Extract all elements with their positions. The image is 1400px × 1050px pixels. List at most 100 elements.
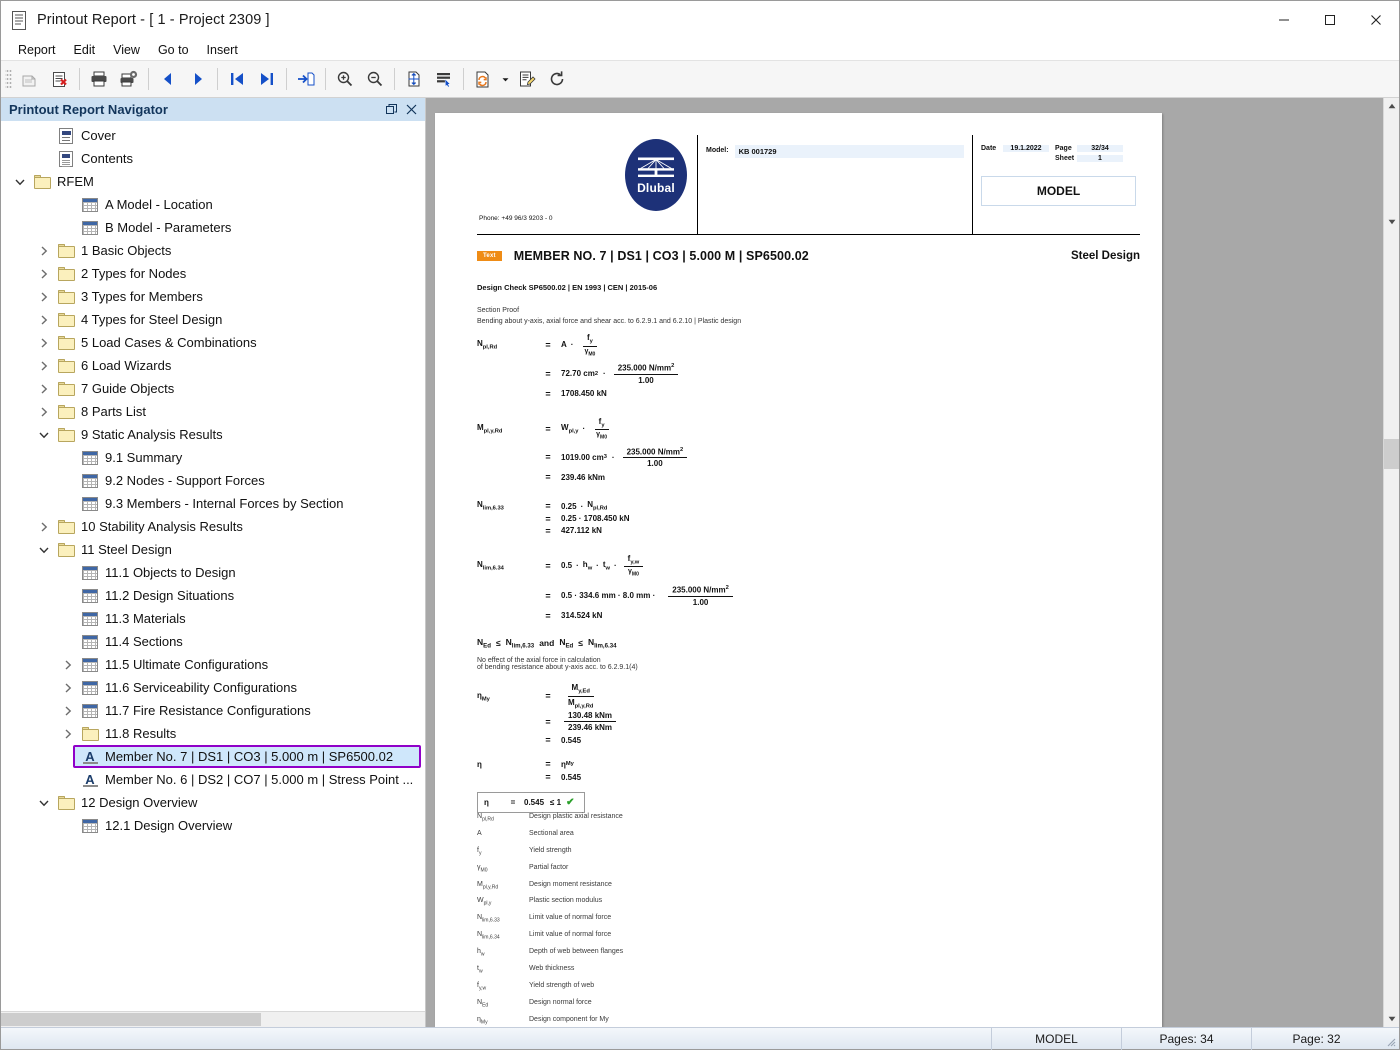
close-panel-icon[interactable] xyxy=(401,100,421,120)
tree-expander-icon[interactable] xyxy=(57,814,79,837)
page-orientation-icon[interactable] xyxy=(468,64,498,94)
tree-expander-icon[interactable] xyxy=(33,515,55,538)
tree-item[interactable]: RFEM xyxy=(1,170,425,193)
scrollbar-track[interactable] xyxy=(1384,114,1399,1011)
scroll-up-small-icon[interactable] xyxy=(1384,214,1399,230)
menu-item-view[interactable]: View xyxy=(104,41,149,59)
menu-item-edit[interactable]: Edit xyxy=(65,41,105,59)
tree-item[interactable]: 11.1 Objects to Design xyxy=(1,561,425,584)
report-tree[interactable]: Cover Contents RFEM A Model - Location B Mod… xyxy=(1,121,425,1011)
tree-expander-icon[interactable] xyxy=(57,446,79,469)
float-panel-icon[interactable] xyxy=(381,100,401,120)
tree-item[interactable]: 11.8 Results xyxy=(1,722,425,745)
next-page-icon[interactable] xyxy=(183,64,213,94)
scrollbar-thumb[interactable] xyxy=(1384,439,1399,469)
previous-page-icon[interactable] xyxy=(153,64,183,94)
tree-expander-icon[interactable] xyxy=(57,607,79,630)
open-report-icon[interactable] xyxy=(15,64,45,94)
menu-item-goto[interactable]: Go to xyxy=(149,41,198,59)
selection-icon[interactable] xyxy=(429,64,459,94)
tree-expander-icon[interactable] xyxy=(57,584,79,607)
tree-item[interactable]: 11.5 Ultimate Configurations xyxy=(1,653,425,676)
tree-expander-icon[interactable] xyxy=(33,423,55,446)
fit-page-icon[interactable] xyxy=(399,64,429,94)
tree-expander-icon[interactable] xyxy=(33,308,55,331)
scroll-down-icon[interactable] xyxy=(1384,1011,1399,1027)
zoom-in-icon[interactable] xyxy=(330,64,360,94)
tree-expander-icon[interactable] xyxy=(33,354,55,377)
minimize-button[interactable] xyxy=(1261,1,1307,39)
tree-item[interactable]: 5 Load Cases & Combinations xyxy=(1,331,425,354)
tree-expander-icon[interactable] xyxy=(33,285,55,308)
document-scroll-area[interactable]: Phone: +49 96/3 9203 - 0 Dlubal Model: K… xyxy=(426,98,1383,1027)
edit-report-icon[interactable] xyxy=(512,64,542,94)
menu-item-insert[interactable]: Insert xyxy=(198,41,247,59)
tree-item[interactable]: 11.7 Fire Resistance Configurations xyxy=(1,699,425,722)
refresh-icon[interactable] xyxy=(542,64,572,94)
tree-item[interactable]: 11.3 Materials xyxy=(1,607,425,630)
tree-item[interactable]: 1 Basic Objects xyxy=(1,239,425,262)
tree-item[interactable]: 7 Guide Objects xyxy=(1,377,425,400)
navigator-horizontal-scrollbar[interactable] xyxy=(1,1011,425,1027)
tree-item[interactable]: 6 Load Wizards xyxy=(1,354,425,377)
first-page-icon[interactable] xyxy=(222,64,252,94)
tree-item[interactable]: 11 Steel Design xyxy=(1,538,425,561)
print-settings-icon[interactable] xyxy=(114,64,144,94)
tree-expander-icon[interactable] xyxy=(33,791,55,814)
print-icon[interactable] xyxy=(84,64,114,94)
delete-report-icon[interactable] xyxy=(45,64,75,94)
tree-item[interactable]: A Member No. 7 | DS1 | CO3 | 5.000 m | SP… xyxy=(1,745,425,768)
scroll-up-icon[interactable] xyxy=(1384,98,1399,114)
tree-item[interactable]: Cover xyxy=(1,124,425,147)
tree-expander-icon[interactable] xyxy=(57,492,79,515)
tree-expander-icon[interactable] xyxy=(57,193,79,216)
tree-item[interactable]: Contents xyxy=(1,147,425,170)
tree-item[interactable]: 8 Parts List xyxy=(1,400,425,423)
tree-expander-icon[interactable] xyxy=(33,124,55,147)
tree-item[interactable]: 10 Stability Analysis Results xyxy=(1,515,425,538)
resize-grip-icon[interactable] xyxy=(1381,1028,1399,1050)
tree-item[interactable]: 11.6 Serviceability Configurations xyxy=(1,676,425,699)
tree-expander-icon[interactable] xyxy=(57,653,79,676)
tree-item[interactable]: 4 Types for Steel Design xyxy=(1,308,425,331)
tree-item[interactable]: B Model - Parameters xyxy=(1,216,425,239)
tree-item[interactable]: 12 Design Overview xyxy=(1,791,425,814)
tree-expander-icon[interactable] xyxy=(57,722,79,745)
tree-item[interactable]: 12.1 Design Overview xyxy=(1,814,425,837)
last-page-icon[interactable] xyxy=(252,64,282,94)
tree-expander-icon[interactable] xyxy=(57,699,79,722)
tree-expander-icon[interactable] xyxy=(57,676,79,699)
tree-item[interactable]: A Member No. 6 | DS2 | CO7 | 5.000 m | St… xyxy=(1,768,425,791)
scrollbar-thumb[interactable] xyxy=(1,1013,261,1026)
tree-item[interactable]: 11.2 Design Situations xyxy=(1,584,425,607)
tree-expander-icon[interactable] xyxy=(33,147,55,170)
tree-expander-icon[interactable] xyxy=(33,538,55,561)
tree-item[interactable]: 9.3 Members - Internal Forces by Section xyxy=(1,492,425,515)
tree-expander-icon[interactable] xyxy=(33,239,55,262)
document-vertical-scrollbar[interactable] xyxy=(1383,98,1399,1027)
tree-expander-icon[interactable] xyxy=(57,216,79,239)
zoom-out-icon[interactable] xyxy=(360,64,390,94)
tree-expander-icon[interactable] xyxy=(57,745,79,768)
close-button[interactable] xyxy=(1353,1,1399,39)
tree-item[interactable]: 11.4 Sections xyxy=(1,630,425,653)
tree-item[interactable]: A Model - Location xyxy=(1,193,425,216)
dropdown-arrow-icon[interactable] xyxy=(498,64,512,94)
tree-expander-icon[interactable] xyxy=(57,768,79,791)
tree-item[interactable]: 3 Types for Members xyxy=(1,285,425,308)
tree-expander-icon[interactable] xyxy=(57,469,79,492)
tree-expander-icon[interactable] xyxy=(57,561,79,584)
maximize-button[interactable] xyxy=(1307,1,1353,39)
tree-expander-icon[interactable] xyxy=(33,400,55,423)
toolbar-grip[interactable] xyxy=(5,68,12,90)
tree-expander-icon[interactable] xyxy=(9,170,31,193)
tree-expander-icon[interactable] xyxy=(57,630,79,653)
tree-expander-icon[interactable] xyxy=(33,262,55,285)
tree-expander-icon[interactable] xyxy=(33,331,55,354)
tree-item[interactable]: 9 Static Analysis Results xyxy=(1,423,425,446)
tree-item[interactable]: 9.2 Nodes - Support Forces xyxy=(1,469,425,492)
menu-item-report[interactable]: Report xyxy=(9,41,65,59)
go-to-page-icon[interactable] xyxy=(291,64,321,94)
tree-item[interactable]: 9.1 Summary xyxy=(1,446,425,469)
tree-item[interactable]: 2 Types for Nodes xyxy=(1,262,425,285)
